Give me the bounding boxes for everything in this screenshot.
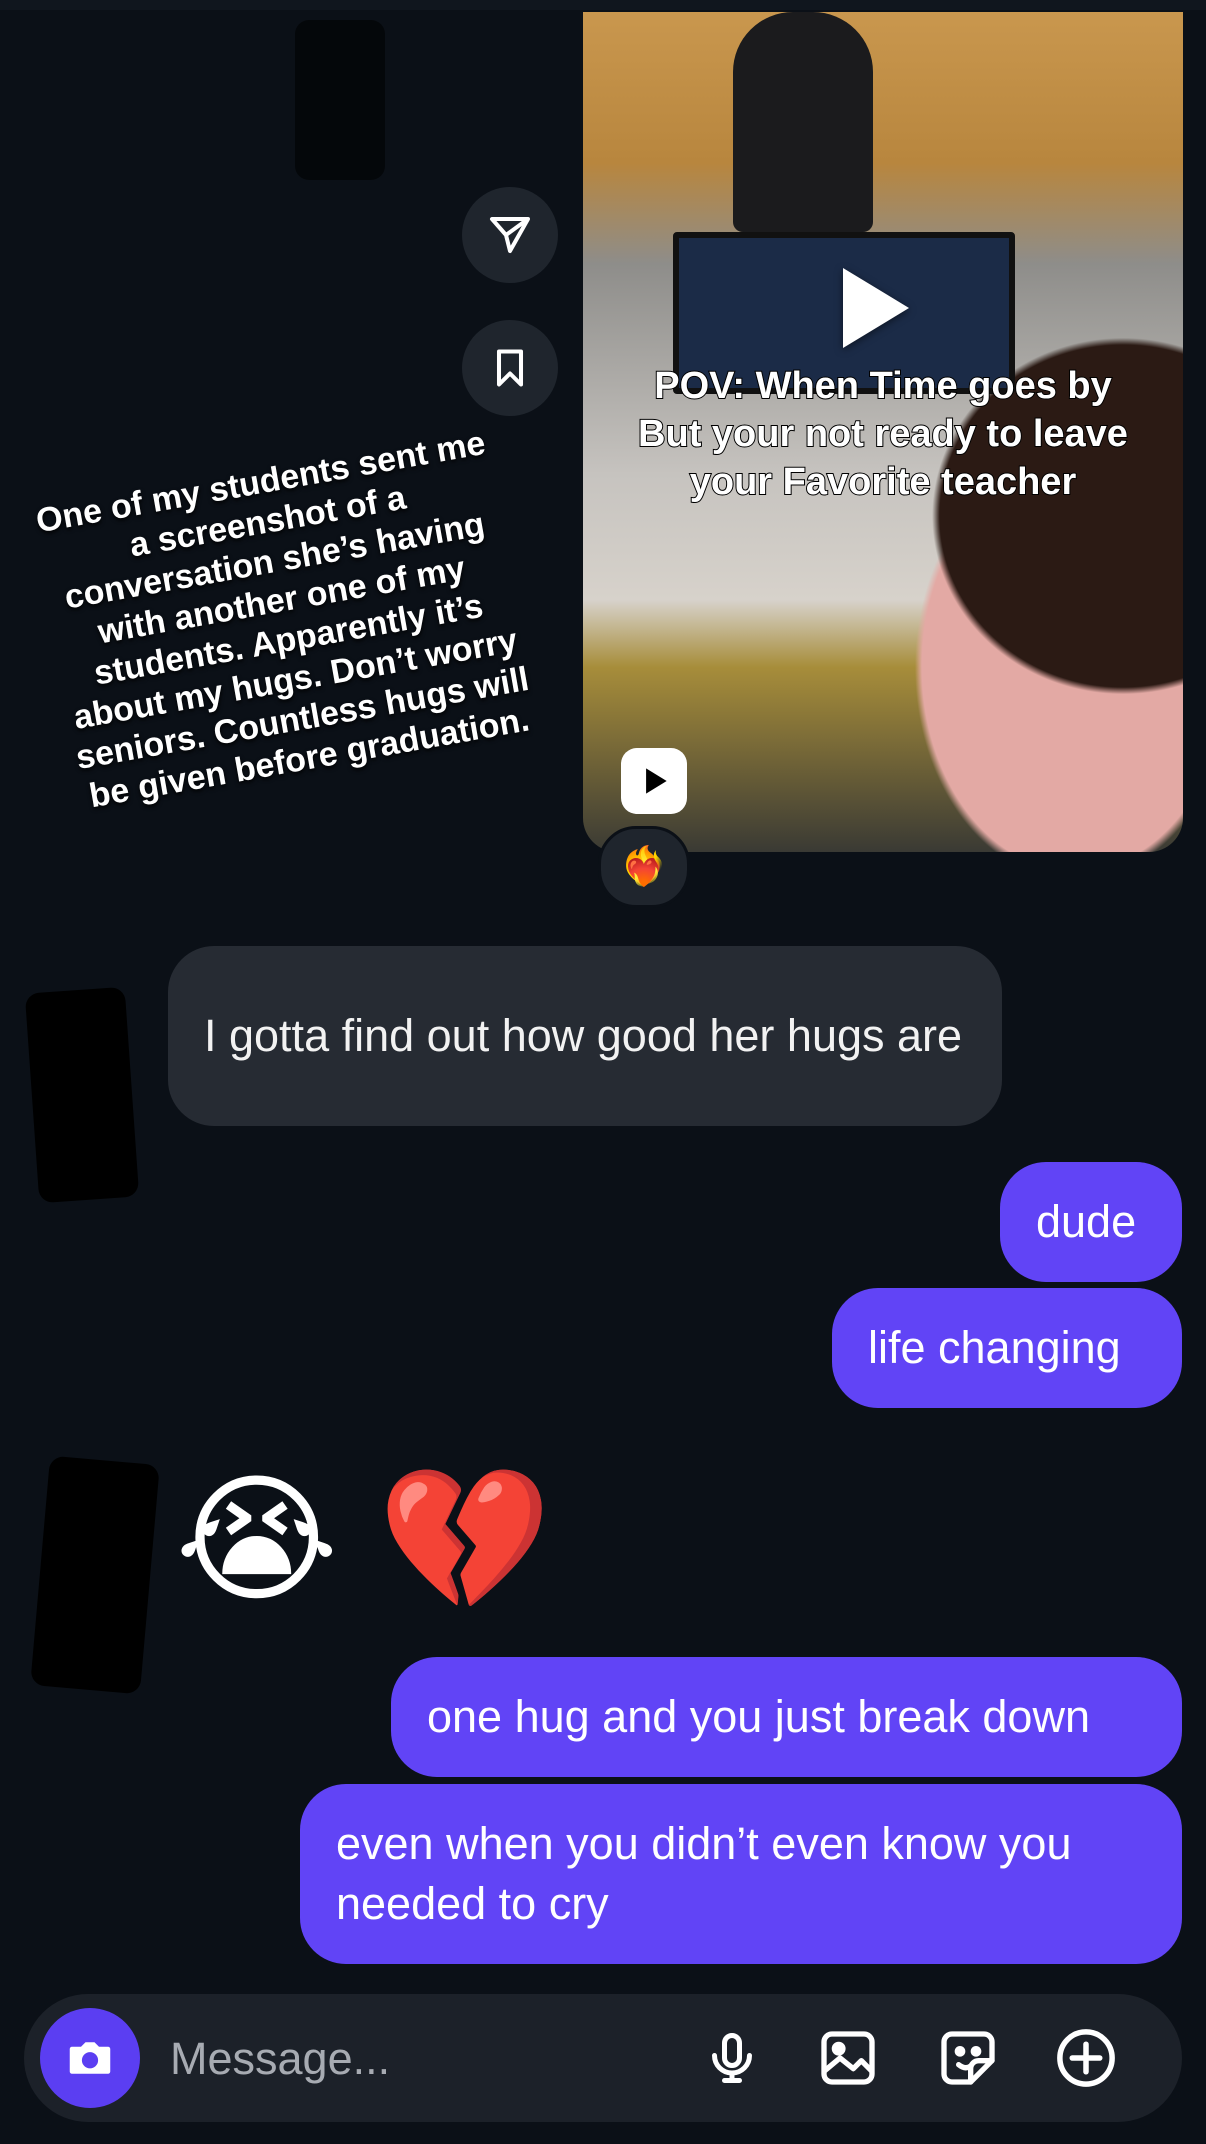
image-icon [821, 2031, 875, 2085]
gallery-button[interactable] [810, 2020, 886, 2096]
reel-caption-line2: But your not ready to leave [637, 412, 1129, 456]
overlay-caption: One of my students sent me a screenshot … [33, 423, 533, 816]
microphone-icon [712, 2033, 752, 2083]
outgoing-message[interactable]: even when you didn’t even know you neede… [300, 1784, 1182, 1964]
sticker-button[interactable] [930, 2020, 1006, 2096]
share-button[interactable] [462, 187, 558, 283]
reels-icon [621, 748, 687, 814]
save-button[interactable] [462, 320, 558, 416]
more-button[interactable] [1048, 2020, 1124, 2096]
bookmark-icon [496, 349, 524, 387]
play-icon[interactable] [843, 268, 909, 348]
incoming-message[interactable]: I gotta find out how good her hugs are [168, 946, 1002, 1126]
outgoing-message[interactable]: one hug and you just break down [391, 1657, 1182, 1777]
outgoing-message-text: one hug and you just break down [427, 1691, 1090, 1742]
sticker-icon [941, 2031, 995, 2085]
top-divider [0, 0, 1206, 10]
plus-circle-icon [1057, 2029, 1115, 2087]
obscured-avatar-top [295, 20, 385, 180]
reel-caption-line3: your Favorite teacher [689, 460, 1077, 504]
reel-caption-line1: POV: When Time goes by [653, 364, 1113, 408]
reel-caption: POV: When Time goes by But your not read… [593, 362, 1173, 506]
shared-reel-card[interactable]: POV: When Time goes by But your not read… [583, 12, 1183, 852]
incoming-message-text: I gotta find out how good her hugs are [204, 1010, 963, 1061]
microphone-button[interactable] [694, 2020, 770, 2096]
message-input[interactable] [168, 2024, 652, 2094]
incoming-emoji-message[interactable]: 😭 💔 [175, 1460, 552, 1620]
camera-icon [69, 2042, 111, 2074]
reel-thumbnail-person [733, 12, 873, 232]
sender-avatar [24, 986, 140, 1204]
outgoing-message-text: life changing [868, 1322, 1121, 1373]
outgoing-message-text: dude [1036, 1196, 1137, 1247]
outgoing-message[interactable]: dude [1000, 1162, 1182, 1282]
message-composer [24, 1994, 1182, 2122]
heart-on-fire-reaction[interactable]: ❤️‍🔥 [598, 826, 690, 908]
sender-avatar [30, 1455, 160, 1695]
camera-button[interactable] [40, 2008, 140, 2108]
paper-plane-icon [490, 217, 530, 253]
outgoing-message[interactable]: life changing [832, 1288, 1182, 1408]
outgoing-message-text: even when you didn’t even know you neede… [336, 1818, 1072, 1929]
